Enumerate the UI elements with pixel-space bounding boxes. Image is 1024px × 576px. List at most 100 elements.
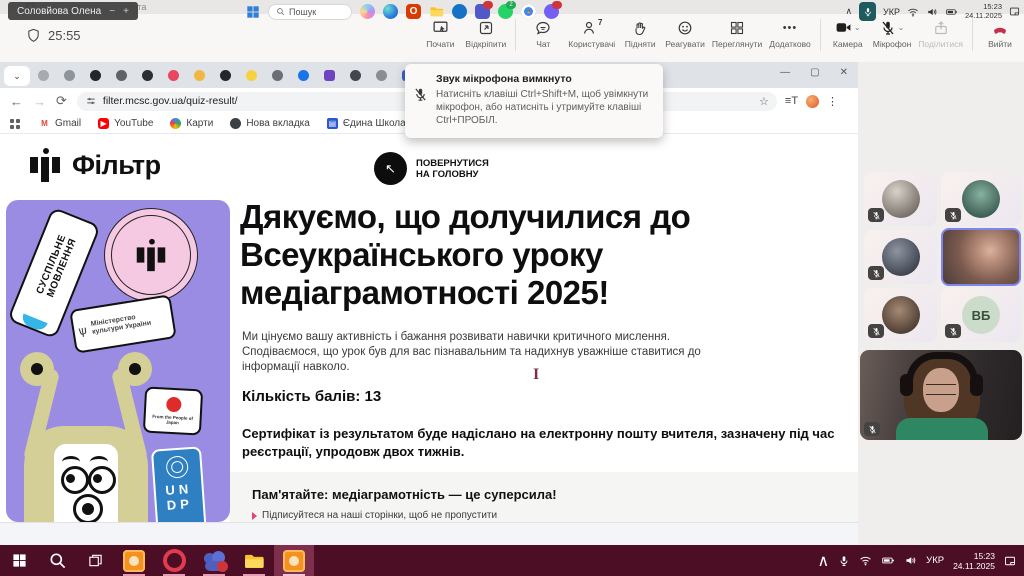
bookmark-gmail[interactable]: MGmail [39, 118, 81, 129]
tab-favicon[interactable] [142, 70, 153, 81]
active-tab[interactable]: ⌄ [4, 66, 30, 86]
site-brand-text: Фільтр [72, 150, 161, 181]
react-button[interactable]: Реагувати [665, 19, 705, 49]
w11-search-box[interactable]: Пошук [268, 4, 352, 20]
participant-tile[interactable] [864, 172, 937, 226]
site-logo[interactable]: Фільтр [28, 148, 161, 182]
teams-icon[interactable] [194, 545, 234, 576]
mic-icon[interactable] [838, 555, 850, 567]
raise-hand-button[interactable]: Підняти [622, 19, 658, 49]
bookmark-youtube[interactable]: ▶YouTube [98, 118, 153, 129]
w11-clock[interactable]: 15:2324.11.2025 [965, 3, 1002, 20]
tab-favicon[interactable] [64, 70, 75, 81]
profile-avatar[interactable] [806, 95, 819, 108]
camera-button[interactable]: ⌄ Камера [830, 19, 866, 49]
tab-favicon[interactable] [116, 70, 127, 81]
tray-chevron-icon[interactable]: ∧ [817, 551, 829, 571]
recorder-app-active-icon[interactable] [274, 545, 314, 576]
unpin-button[interactable]: Відкріпити [465, 19, 506, 49]
participant-video-active[interactable] [941, 228, 1021, 286]
close-button[interactable]: ✕ [840, 67, 848, 78]
explorer-icon[interactable] [429, 4, 444, 19]
tab-favicon[interactable] [168, 70, 179, 81]
tune-icon[interactable] [85, 95, 97, 107]
participant-tile[interactable] [941, 172, 1021, 226]
app-icon[interactable] [452, 4, 467, 19]
tab-favicon[interactable] [220, 70, 231, 81]
reload-button[interactable]: ⟳ [56, 93, 67, 109]
participant-tile[interactable] [864, 230, 937, 284]
windows-start-icon[interactable] [246, 5, 260, 19]
mic-chevron-icon[interactable]: ⌄ [898, 23, 905, 32]
local-clock[interactable]: 15:2324.11.2025 [953, 551, 995, 571]
wifi-icon[interactable] [907, 6, 919, 18]
maximize-button[interactable]: ▢ [810, 67, 819, 78]
browser-menu-icon[interactable]: ⋮ [827, 95, 838, 108]
avatar [962, 180, 1000, 218]
more-button[interactable]: ••• Додатково [769, 19, 810, 49]
minimize-button[interactable]: — [780, 67, 790, 78]
self-video-tile[interactable] [860, 350, 1022, 440]
meeting-mic-indicator[interactable] [859, 2, 876, 21]
mic-muted-badge [868, 266, 884, 280]
back-button[interactable]: ← [10, 94, 23, 109]
apps-grid-icon[interactable] [10, 119, 20, 129]
tab-favicon[interactable] [90, 70, 101, 81]
tab-favicon[interactable] [246, 70, 257, 81]
tab-favicon[interactable] [298, 70, 309, 81]
battery-icon[interactable] [881, 554, 895, 567]
bookmark-newtab[interactable]: Нова вкладка [230, 118, 310, 129]
opera-icon[interactable] [154, 545, 194, 576]
bookmark-maps[interactable]: Карти [170, 118, 213, 129]
speaker-icon[interactable] [904, 554, 917, 567]
leave-button[interactable]: Вийти [982, 19, 1018, 49]
windows-start-icon[interactable] [0, 545, 38, 576]
tab-favicon[interactable] [376, 70, 387, 81]
mic-button[interactable]: ⌄ Мікрофон [873, 19, 912, 49]
local-language[interactable]: УКР [926, 555, 944, 566]
participants-rail: ВБ [858, 62, 1024, 545]
presenter-label[interactable]: Соловйова Олена − + [8, 2, 138, 20]
tab-favicon[interactable] [272, 70, 283, 81]
task-view-icon[interactable] [76, 545, 114, 576]
recorder-app-icon[interactable] [114, 545, 154, 576]
back-arrow-icon: ↖ [385, 161, 396, 177]
office-icon[interactable]: O [406, 4, 421, 19]
filter-badge-sticker [104, 208, 198, 302]
tab-favicon[interactable] [194, 70, 205, 81]
chrome-icon[interactable] [521, 4, 536, 19]
wifi-icon[interactable] [859, 554, 872, 567]
battery-icon[interactable] [945, 6, 958, 18]
copilot-icon[interactable] [360, 4, 375, 19]
edge-icon[interactable] [383, 4, 398, 19]
start-share-button[interactable]: Почати [422, 19, 458, 49]
explorer-icon[interactable] [234, 545, 274, 576]
camera-chevron-icon[interactable]: ⌄ [854, 23, 861, 32]
bookmark-star-icon[interactable]: ☆ [759, 95, 769, 108]
forward-button[interactable]: → [33, 94, 46, 109]
teams-icon[interactable] [475, 4, 490, 19]
tab-favicon[interactable] [350, 70, 361, 81]
participants-button[interactable]: 7 Користувачі [568, 19, 615, 49]
subscribe-link[interactable]: Підписуйтеся на наші сторінки, щоб не пр… [252, 510, 497, 521]
notification-center-icon[interactable] [1009, 6, 1020, 17]
tray-chevron-icon[interactable]: ∧ [845, 6, 852, 17]
reading-list-icon[interactable]: ≡T [785, 95, 798, 107]
w11-language[interactable]: УКР [883, 7, 900, 17]
notification-center-icon[interactable] [1004, 555, 1016, 567]
zoom-out-icon[interactable]: − [109, 6, 115, 17]
view-button[interactable]: Переглянути [712, 19, 762, 49]
ellipsis-icon: ••• [783, 19, 798, 36]
back-to-home-button[interactable]: ↖ ПОВЕРНУТИСЯНА ГОЛОВНУ [374, 152, 496, 185]
speaker-icon[interactable] [926, 6, 938, 18]
participant-tile[interactable] [864, 288, 937, 342]
search-icon[interactable] [38, 545, 76, 576]
tab-favicon[interactable] [38, 70, 49, 81]
zoom-in-icon[interactable]: + [123, 6, 129, 17]
mic-muted-notification[interactable]: Звук мікрофона вимкнуто Натисніть клавіш… [405, 64, 663, 138]
chat-button[interactable]: Чат [525, 19, 561, 49]
viber-icon[interactable] [544, 4, 559, 19]
tab-favicon[interactable] [324, 70, 335, 81]
participant-tile-initials[interactable]: ВБ [941, 288, 1021, 342]
whatsapp-icon[interactable]: 2 [498, 4, 513, 19]
